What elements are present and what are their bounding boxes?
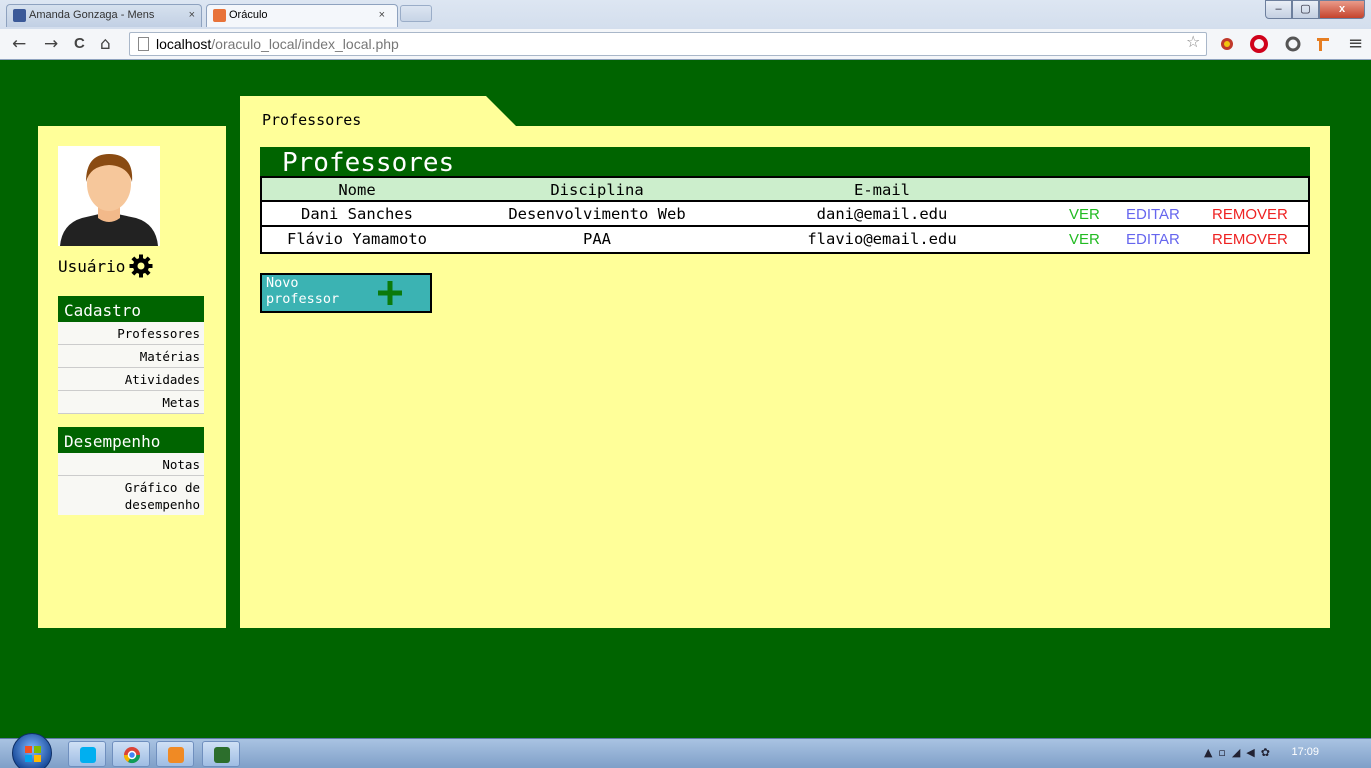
- maximize-button[interactable]: ▢: [1292, 0, 1319, 19]
- browser-toolbar: ← → C ⌂ localhost/oraculo_local/index_lo…: [0, 29, 1371, 59]
- view-link[interactable]: VER: [1069, 227, 1100, 252]
- menu-item-atividades[interactable]: Atividades: [58, 368, 204, 391]
- minimize-button[interactable]: –: [1265, 0, 1292, 19]
- tab-facebook[interactable]: Amanda Gonzaga - Mens ×: [6, 4, 202, 27]
- edit-link[interactable]: EDITAR: [1126, 227, 1180, 252]
- taskbar-skype[interactable]: [68, 741, 106, 767]
- address-bar[interactable]: localhost/oraculo_local/index_local.php: [129, 32, 1207, 56]
- star-icon[interactable]: ☆: [1186, 33, 1200, 51]
- menu-item-professores[interactable]: Professores: [58, 322, 204, 345]
- new-professor-label: Novo professor: [266, 275, 376, 307]
- cell-disciplina: Desenvolvimento Web: [508, 205, 686, 223]
- taskbar-chrome[interactable]: [112, 741, 150, 767]
- menu-item-materias[interactable]: Matérias: [58, 345, 204, 368]
- cell-nome: Dani Sanches: [301, 205, 413, 223]
- facebook-icon: [13, 9, 26, 22]
- professors-table: Nome Disciplina E-mail Dani Sanches Dese…: [260, 176, 1310, 254]
- remove-link[interactable]: REMOVER: [1212, 202, 1288, 227]
- remove-link[interactable]: REMOVER: [1212, 227, 1288, 252]
- new-professor-label-line2: professor: [266, 291, 340, 307]
- browser-chrome: Amanda Gonzaga - Mens × Oráculo × – ▢ x …: [0, 0, 1371, 60]
- cell-disciplina: PAA: [583, 230, 611, 248]
- new-tab-button[interactable]: [400, 5, 432, 22]
- tab-label: Amanda Gonzaga - Mens: [29, 9, 155, 21]
- table-row: Dani Sanches Desenvolvimento Web dani@em…: [262, 202, 1308, 227]
- tab-oraculo[interactable]: Oráculo ×: [206, 4, 398, 27]
- column-header-disciplina: Disciplina: [550, 181, 644, 199]
- page-title: Professores: [260, 147, 1310, 178]
- menu-desempenho: Desempenho Notas Gráfico de desempenho: [58, 427, 204, 515]
- new-professor-button[interactable]: Novo professor: [260, 273, 432, 313]
- menu-item-notas[interactable]: Notas: [58, 453, 204, 476]
- cell-email: dani@email.edu: [816, 205, 948, 223]
- close-window-button[interactable]: x: [1319, 0, 1365, 19]
- edit-link[interactable]: EDITAR: [1126, 202, 1180, 227]
- forward-icon[interactable]: →: [44, 33, 58, 55]
- opera-icon[interactable]: [1250, 35, 1268, 53]
- menu-title-desempenho: Desempenho: [58, 427, 204, 453]
- taskbar-media-player[interactable]: [156, 741, 194, 767]
- home-icon[interactable]: ⌂: [100, 33, 111, 55]
- dreamweaver-icon: [214, 747, 230, 763]
- column-header-email: E-mail: [854, 181, 910, 199]
- tab-label: Oráculo: [229, 9, 268, 21]
- taskbar: ▲▫◢◀✿ 17:09: [0, 733, 1371, 768]
- start-button[interactable]: [12, 733, 52, 768]
- menu-item-metas[interactable]: Metas: [58, 391, 204, 414]
- extension-tool-icon[interactable]: [1314, 35, 1332, 53]
- tab-close-icon[interactable]: ×: [379, 5, 385, 26]
- table-header: Nome Disciplina E-mail: [262, 178, 1308, 202]
- user-row: Usuário: [58, 253, 153, 279]
- menu-cadastro: Cadastro Professores Matérias Atividades…: [58, 296, 204, 414]
- menu-item-grafico[interactable]: Gráfico de desempenho: [58, 476, 204, 515]
- gear-icon[interactable]: [129, 254, 153, 278]
- circle-extension-icon[interactable]: [1284, 35, 1302, 53]
- url-path: /oraculo_local/index_local.php: [211, 36, 399, 52]
- view-link[interactable]: VER: [1069, 202, 1100, 227]
- avatar: [58, 146, 160, 246]
- extension-badge-icon[interactable]: [1218, 35, 1236, 53]
- page-icon: [138, 37, 149, 51]
- menu-title-cadastro: Cadastro: [58, 296, 204, 322]
- reload-icon[interactable]: C: [74, 33, 85, 55]
- plus-icon: [378, 281, 402, 305]
- skype-icon: [80, 747, 96, 763]
- new-professor-label-line1: Novo: [266, 275, 299, 291]
- clock[interactable]: 17:09: [1291, 746, 1319, 758]
- tab-close-icon[interactable]: ×: [189, 5, 195, 26]
- back-icon[interactable]: ←: [12, 33, 26, 55]
- chrome-icon: [123, 747, 141, 764]
- sidebar: Usuário Cadastro Professores Matérias At…: [38, 126, 226, 628]
- chrome-menu-icon[interactable]: ≡: [1348, 33, 1363, 55]
- xampp-icon: [213, 9, 226, 22]
- cell-email: flavio@email.edu: [807, 230, 957, 248]
- content-tab-label[interactable]: Professores: [262, 111, 361, 129]
- media-player-icon: [168, 747, 184, 763]
- cell-nome: Flávio Yamamoto: [287, 230, 427, 248]
- column-header-nome: Nome: [338, 181, 376, 199]
- user-label: Usuário: [58, 256, 126, 276]
- taskbar-dreamweaver[interactable]: [202, 741, 240, 767]
- user-avatar-icon: [60, 154, 158, 246]
- table-row: Flávio Yamamoto PAA flavio@email.edu VER…: [262, 227, 1308, 252]
- window-controls: – ▢ x: [1265, 0, 1365, 19]
- system-tray[interactable]: ▲▫◢◀✿: [1204, 746, 1276, 759]
- url-host: localhost: [156, 36, 212, 52]
- windows-logo-icon: [25, 746, 41, 762]
